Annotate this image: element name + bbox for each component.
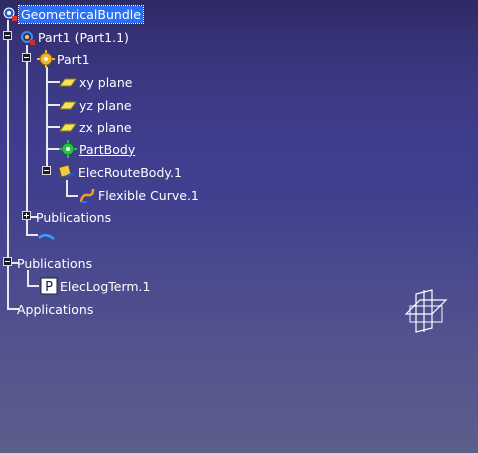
collapse-toggle-part[interactable] [22, 53, 31, 62]
tree-label-flexible-curve[interactable]: Flexible Curve.1 [96, 187, 201, 204]
plane-icon [59, 73, 77, 91]
curve-icon [38, 227, 56, 245]
route-body-icon [58, 163, 76, 181]
tree-label-geometrical-bundle[interactable]: GeometricalBundle [18, 4, 144, 24]
tree-label-elec-log-term[interactable]: ElecLogTerm.1 [58, 278, 153, 295]
tree-node-elec-route-body[interactable]: ElecRouteBody.1 [58, 162, 184, 182]
tree-label-partbody[interactable]: PartBody [77, 141, 137, 158]
tree-label-zx-plane[interactable]: zx plane [77, 119, 134, 136]
tree-node-zx-plane[interactable]: zx plane [59, 117, 134, 137]
tree-node-part-instance[interactable]: Part1 (Part1.1) [18, 27, 131, 47]
tree-node-geometrical-bundle[interactable]: GeometricalBundle [1, 4, 144, 24]
partbody-icon [59, 140, 77, 158]
tree-label-applications[interactable]: Applications [15, 301, 95, 318]
tree-node-publications-inner[interactable]: Publications [34, 207, 113, 227]
plane-icon [59, 118, 77, 136]
tree-label-part[interactable]: Part1 [55, 51, 92, 68]
tree-node-xy-plane[interactable]: xy plane [59, 72, 134, 92]
flexible-curve-icon [78, 186, 96, 204]
part-gear-icon [37, 50, 55, 68]
tree-label-xy-plane[interactable]: xy plane [77, 74, 134, 91]
plane-icon [59, 96, 77, 114]
svg-text:P: P [45, 280, 53, 295]
tree-label-elec-route-body[interactable]: ElecRouteBody.1 [76, 164, 184, 181]
tree-node-part[interactable]: Part1 [37, 49, 92, 69]
tree-node-applications[interactable]: Applications [15, 299, 95, 319]
tree-label-part-instance[interactable]: Part1 (Part1.1) [36, 29, 131, 46]
collapse-toggle-elec-route-body[interactable] [42, 166, 51, 175]
bundle-icon [1, 5, 19, 23]
axis-compass-icon[interactable] [402, 288, 450, 334]
tree-node-partbody[interactable]: PartBody [59, 139, 137, 159]
collapse-toggle-publications-outer[interactable] [3, 257, 12, 266]
tree-label-publications-inner[interactable]: Publications [34, 209, 113, 226]
tree-node-publications-outer[interactable]: Publications [15, 253, 94, 273]
tree-node-yz-plane[interactable]: yz plane [59, 95, 134, 115]
tree-node-curve-item[interactable] [38, 226, 56, 246]
tree-node-elec-log-term[interactable]: P ElecLogTerm.1 [40, 276, 153, 296]
part-instance-icon [18, 28, 36, 46]
tree-label-yz-plane[interactable]: yz plane [77, 97, 134, 114]
tree-node-flexible-curve[interactable]: Flexible Curve.1 [78, 185, 201, 205]
expand-toggle-publications-inner[interactable] [22, 211, 31, 220]
collapse-toggle-part-instance[interactable] [3, 31, 12, 40]
tree-label-publications-outer[interactable]: Publications [15, 255, 94, 272]
log-term-icon: P [40, 277, 58, 295]
